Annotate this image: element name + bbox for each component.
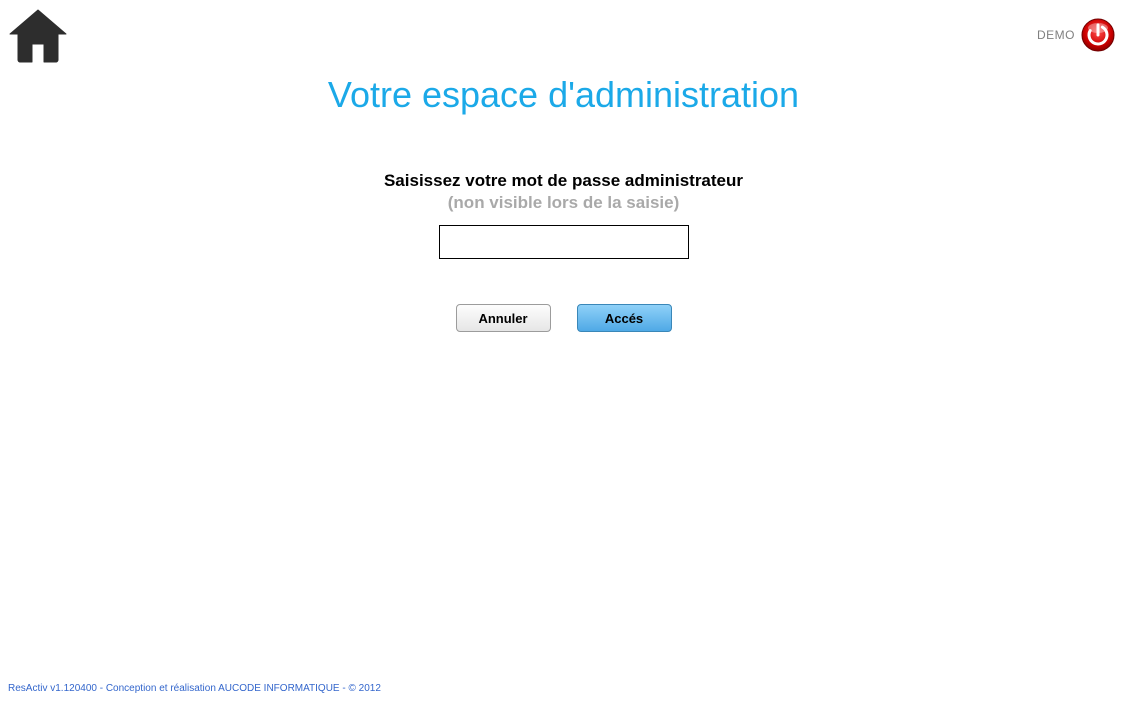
main-content: Votre espace d'administration Saisissez … xyxy=(0,0,1127,332)
access-button[interactable]: Accés xyxy=(577,304,672,332)
footer-text: ResActiv v1.120400 - Conception et réali… xyxy=(8,683,381,694)
password-prompt: Saisissez votre mot de passe administrat… xyxy=(0,171,1127,191)
home-icon[interactable] xyxy=(6,6,70,66)
top-right-controls: DEMO xyxy=(1037,18,1115,52)
cancel-button[interactable]: Annuler xyxy=(456,304,551,332)
page-title: Votre espace d'administration xyxy=(0,74,1127,116)
password-input[interactable] xyxy=(439,225,689,259)
button-row: Annuler Accés xyxy=(0,304,1127,332)
password-hint: (non visible lors de la saisie) xyxy=(0,193,1127,213)
password-wrapper xyxy=(0,225,1127,259)
demo-label: DEMO xyxy=(1037,28,1075,42)
power-icon[interactable] xyxy=(1081,18,1115,52)
